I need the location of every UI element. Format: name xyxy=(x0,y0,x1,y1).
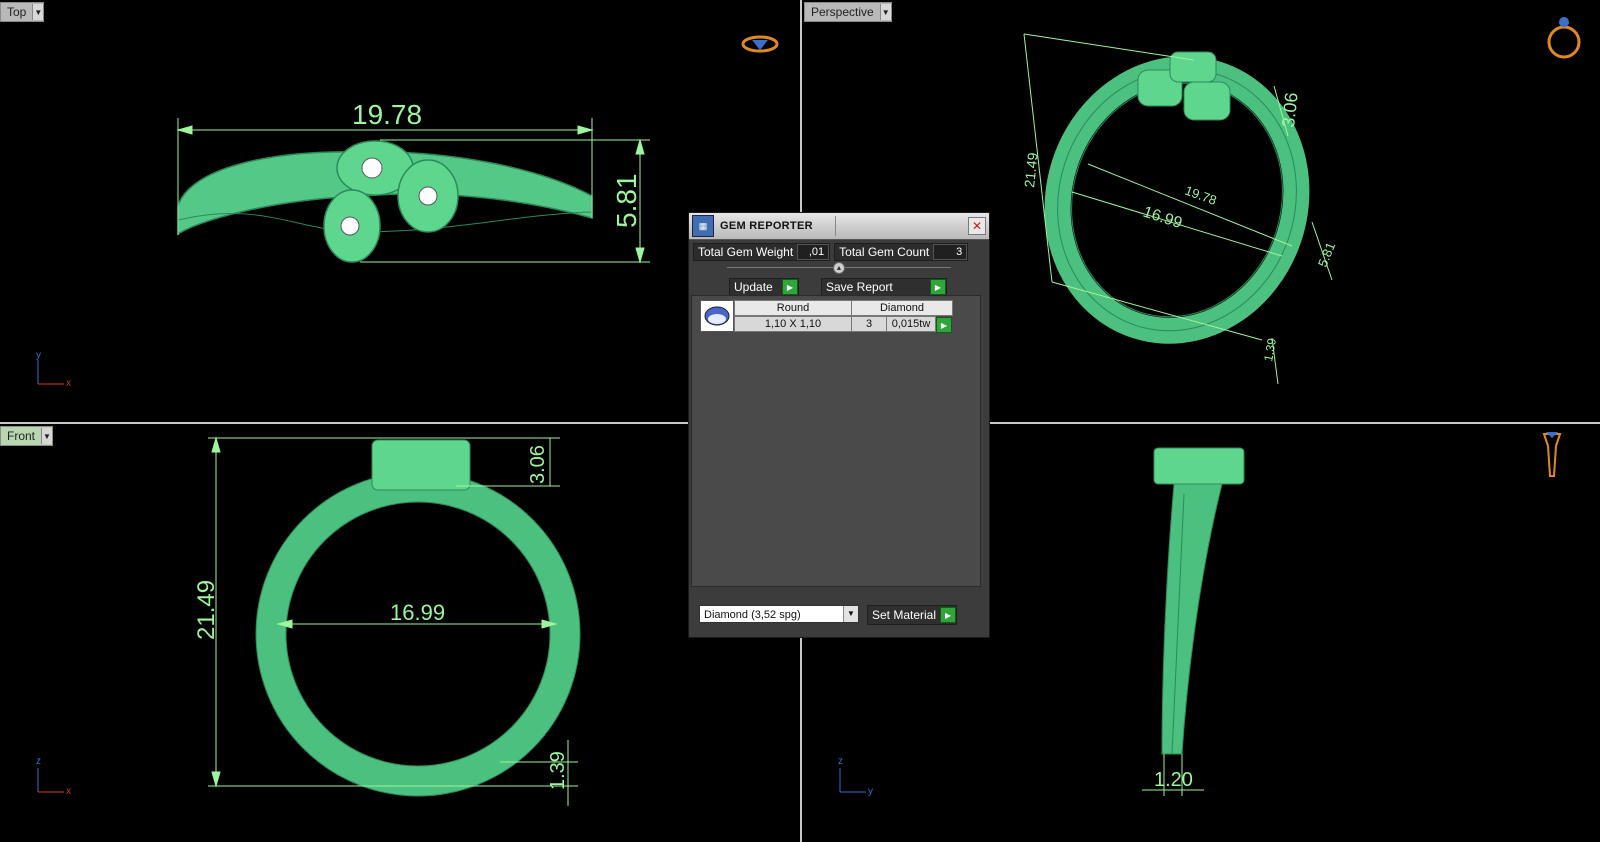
gem-reporter-panel: ▦ GEM REPORTER ✕ Total Gem Weight ,01 To… xyxy=(688,212,990,638)
persp-side-dim: 5.81 xyxy=(1315,240,1338,269)
persp-height-dim: 21.49 xyxy=(1021,152,1041,189)
total-gem-weight-field: Total Gem Weight ,01 xyxy=(693,243,831,261)
play-icon[interactable]: ▶ xyxy=(936,317,952,333)
front-viewport[interactable]: 21.49 16.99 3.06 1.39 Front ▼ z x xyxy=(0,424,800,842)
gem-count-cell: 3 xyxy=(851,316,887,332)
play-icon[interactable]: ▶ xyxy=(930,279,946,295)
play-icon[interactable]: ▶ xyxy=(940,607,957,623)
save-report-button[interactable]: Save Report ▶ xyxy=(821,278,947,296)
total-gem-count-value: 3 xyxy=(933,244,968,260)
right-thickness-dim: 1.20 xyxy=(1154,769,1193,791)
update-button[interactable]: Update ▶ xyxy=(729,278,799,296)
front-inner-dim: 16.99 xyxy=(390,600,445,625)
perspective-view-label-text: Perspective xyxy=(811,5,874,19)
persp-inner-dim: 16.99 xyxy=(1141,204,1184,233)
total-gem-count-field: Total Gem Count 3 xyxy=(834,243,969,261)
front-view-model: 21.49 16.99 3.06 1.39 xyxy=(37,436,581,806)
gem-reporter-app-icon: ▦ xyxy=(692,215,714,237)
dropdown-arrow-icon[interactable]: ▼ xyxy=(41,428,53,444)
total-gem-count-label: Total Gem Count xyxy=(839,245,930,259)
list-item[interactable]: Round Diamond 1,10 X 1,10 3 0,015tw ▶ xyxy=(700,300,956,333)
update-button-label: Update xyxy=(734,280,773,294)
gem-shape-cell: Round xyxy=(734,300,852,316)
top-view-label-text: Top xyxy=(7,5,27,19)
perspective-view-label[interactable]: Perspective ▼ xyxy=(804,2,892,22)
play-icon[interactable]: ▶ xyxy=(782,279,798,295)
top-width-dim: 19.78 xyxy=(352,99,422,130)
save-report-button-label: Save Report xyxy=(826,280,893,294)
axis-x-label: x xyxy=(66,786,71,797)
titlebar-divider xyxy=(835,216,836,236)
gem-reporter-titlebar[interactable]: ▦ GEM REPORTER ✕ xyxy=(689,213,989,240)
top-view-model: 19.78 5.81 xyxy=(176,35,779,264)
round-gem-icon xyxy=(700,300,734,332)
gem-weight-cell: 0,015tw xyxy=(886,316,936,332)
axis-x-label: x xyxy=(66,378,71,389)
axis-y-label: y xyxy=(868,786,873,797)
chevron-down-icon[interactable]: ▼ xyxy=(843,606,858,622)
persp-bottom-dim: 1.39 xyxy=(1261,337,1279,363)
material-select-value: Diamond (3,52 spg) xyxy=(704,609,801,621)
axis-y-label: y xyxy=(36,350,41,361)
front-top-dim: 3.06 xyxy=(527,445,549,484)
gem-list[interactable]: Round Diamond 1,10 X 1,10 3 0,015tw ▶ xyxy=(691,295,981,587)
axis-z-label: z xyxy=(838,756,843,767)
top-height-dim: 5.81 xyxy=(611,174,642,229)
gem-size-cell: 1,10 X 1,10 xyxy=(734,316,852,332)
dropdown-arrow-icon[interactable]: ▼ xyxy=(879,4,891,20)
set-material-button[interactable]: Set Material ▶ xyxy=(867,605,958,625)
close-icon[interactable]: ✕ xyxy=(968,217,986,235)
axis-z-label: z xyxy=(36,756,41,767)
gem-reporter-title: GEM REPORTER xyxy=(720,220,813,232)
material-select[interactable]: Diamond (3,52 spg) ▼ xyxy=(699,605,859,623)
top-view-label[interactable]: Top ▼ xyxy=(0,2,45,22)
front-bottom-dim: 1.39 xyxy=(547,751,569,790)
collapse-toggle-icon[interactable]: ▲ xyxy=(833,262,845,274)
dropdown-arrow-icon[interactable]: ▼ xyxy=(32,4,44,20)
top-viewport[interactable]: 19.78 5.81 Top ▼ y x xyxy=(0,0,800,422)
gem-material-cell: Diamond xyxy=(851,300,953,316)
total-gem-weight-value: ,01 xyxy=(797,244,830,260)
persp-top-dim: 3.06 xyxy=(1278,91,1302,128)
front-height-dim: 21.49 xyxy=(193,580,220,640)
total-gem-weight-label: Total Gem Weight xyxy=(698,245,794,259)
front-view-label[interactable]: Front ▼ xyxy=(0,426,54,446)
front-view-label-text: Front xyxy=(7,429,36,443)
set-material-button-label: Set Material xyxy=(872,608,937,622)
